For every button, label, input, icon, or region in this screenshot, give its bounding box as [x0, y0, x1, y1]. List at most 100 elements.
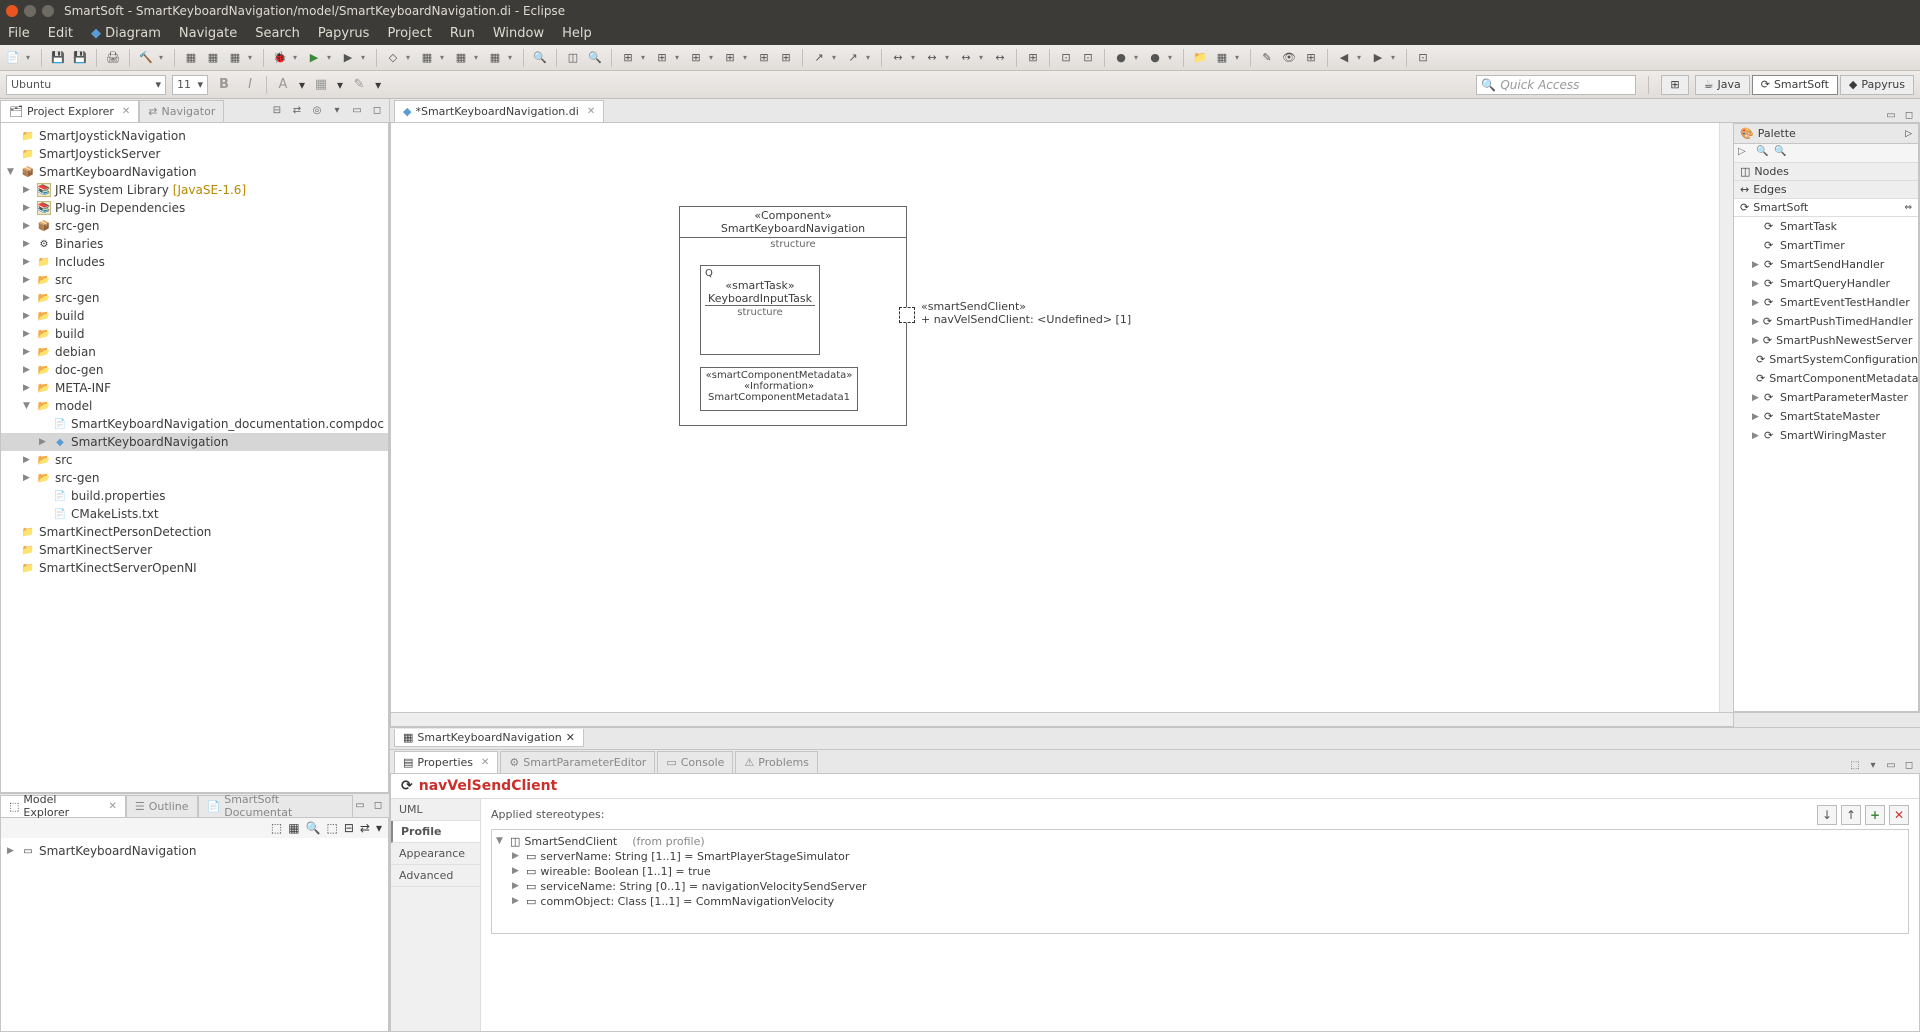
toolbar-button[interactable]: ⬚ [1848, 759, 1862, 773]
uml-port[interactable] [899, 307, 915, 323]
stereotype-tree[interactable]: ▼ ◫ SmartSendClient (from profile) ▶▭ser… [491, 829, 1909, 934]
palette-item[interactable]: ▶⟳SmartQueryHandler [1734, 274, 1918, 293]
menu-search[interactable]: Search [255, 26, 300, 41]
ext-tools-button[interactable]: ▶ [339, 49, 357, 67]
close-icon[interactable]: ✕ [566, 731, 575, 744]
console-tab[interactable]: ▭ Console [657, 751, 733, 773]
palette-item[interactable]: ▶⟳SmartPushTimedHandler [1734, 312, 1918, 331]
close-icon[interactable]: ✕ [108, 801, 116, 812]
window-minimize-button[interactable] [24, 5, 36, 17]
italic-button[interactable]: I [240, 75, 260, 95]
tree-row[interactable]: 📁SmartKinectServer [1, 541, 388, 559]
toolbar-button[interactable]: ▦ [1213, 49, 1231, 67]
print-button[interactable]: 🖨 [104, 49, 122, 67]
toolbar-button[interactable]: ↔ [991, 49, 1009, 67]
perspective-papyrus[interactable]: ◆Papyrus [1840, 75, 1914, 95]
props-tab-uml[interactable]: UML [391, 799, 480, 821]
maximize-button[interactable]: ◻ [1902, 759, 1916, 773]
debug-button[interactable]: 🐞 [271, 49, 289, 67]
toolbar-button[interactable]: ▦ [226, 49, 244, 67]
window-maximize-button[interactable] [42, 5, 54, 17]
palette-item[interactable]: ▶⟳SmartStateMaster [1734, 407, 1918, 426]
window-close-button[interactable] [6, 5, 18, 17]
toolbar-button[interactable]: ◫ [564, 49, 582, 67]
zoom-out-tool[interactable]: 🔍 [1774, 146, 1788, 160]
focus-button[interactable]: ◎ [309, 103, 325, 119]
toolbar-button[interactable]: ▦ [182, 49, 200, 67]
tbtn[interactable]: ⬚ [271, 821, 282, 835]
tree-row[interactable]: ▶📂build [1, 325, 388, 343]
select-tool[interactable]: ▷ [1738, 146, 1752, 160]
toolbar-button[interactable]: ✎ [1258, 49, 1276, 67]
toolbar-button[interactable]: ↗ [810, 49, 828, 67]
uml-component[interactable]: «Component» SmartKeyboardNavigation stru… [679, 206, 907, 426]
toolbar-button[interactable]: ● [1112, 49, 1130, 67]
tree-row[interactable]: ▶📂doc-gen [1, 361, 388, 379]
uml-task[interactable]: Q «smartTask» KeyboardInputTask structur… [700, 265, 820, 355]
tbtn[interactable]: ▦ [288, 821, 299, 835]
palette-item[interactable]: ▶⟳SmartPushNewestServer [1734, 331, 1918, 350]
new-class-button[interactable]: ◇ [384, 49, 402, 67]
new-button[interactable]: 📄 [4, 49, 22, 67]
tree-row[interactable]: ▶ ▭ SmartKeyboardNavigation [1, 842, 388, 860]
toolbar-button[interactable]: ↗ [844, 49, 862, 67]
toolbar-button[interactable]: ⊞ [755, 49, 773, 67]
minimize-button[interactable]: ▭ [1884, 108, 1898, 122]
palette-item[interactable]: ⟳SmartTimer [1734, 236, 1918, 255]
scrollbar-horizontal[interactable] [390, 713, 1734, 727]
scrollbar-vertical[interactable] [1719, 123, 1733, 712]
palette-section-edges[interactable]: ↔ Edges [1734, 181, 1918, 199]
stereotype-row[interactable]: ▼ ◫ SmartSendClient (from profile) [496, 834, 1904, 849]
line-color-button[interactable]: ✎ [349, 75, 369, 95]
toolbar-button[interactable]: ● [1146, 49, 1164, 67]
tree-row[interactable]: ▶📚JRE System Library [JavaSE-1.6] [1, 181, 388, 199]
toolbar-button[interactable]: ⊞ [1024, 49, 1042, 67]
delete-button[interactable]: ✕ [1889, 805, 1909, 825]
palette-item[interactable]: ▶⟳SmartWiringMaster [1734, 426, 1918, 445]
menu-help[interactable]: Help [562, 26, 592, 41]
tree-row[interactable]: 📁SmartKinectServerOpenNI [1, 559, 388, 577]
tree-row[interactable]: ▶⚙Binaries [1, 235, 388, 253]
toolbar-button[interactable]: ⊞ [1302, 49, 1320, 67]
toolbar-button[interactable]: ↔ [889, 49, 907, 67]
tree-row[interactable]: ▶📂src-gen [1, 289, 388, 307]
close-icon[interactable]: ✕ [587, 106, 595, 117]
smartparam-tab[interactable]: ⚙ SmartParameterEditor [500, 751, 655, 773]
project-explorer-tab[interactable]: 🗂 Project Explorer ✕ [0, 100, 139, 122]
tree-row[interactable]: 📄build.properties [1, 487, 388, 505]
tbtn[interactable]: ⇄ [360, 821, 370, 835]
link-editor-button[interactable]: ⇄ [289, 103, 305, 119]
collapse-all-button[interactable]: ⊟ [269, 103, 285, 119]
toolbar-button[interactable]: ▦ [486, 49, 504, 67]
view-menu-button[interactable]: ▾ [329, 103, 345, 119]
perspective-smartsoft[interactable]: ⟳SmartSoft [1752, 75, 1838, 95]
tree-row[interactable]: 📁SmartJoystickNavigation [1, 127, 388, 145]
port-label[interactable]: «smartSendClient» + navVelSendClient: <U… [921, 300, 1131, 326]
save-all-button[interactable]: 💾 [71, 49, 89, 67]
props-tab-profile[interactable]: Profile [391, 821, 480, 843]
menu-run[interactable]: Run [450, 26, 475, 41]
zoom-in-tool[interactable]: 🔍 [1756, 146, 1770, 160]
tree-row[interactable]: ▶📂META-INF [1, 379, 388, 397]
menu-file[interactable]: File [8, 26, 30, 41]
editor-tab[interactable]: ◆ *SmartKeyboardNavigation.di ✕ [394, 100, 604, 122]
diagram-canvas[interactable]: «Component» SmartKeyboardNavigation stru… [391, 123, 1719, 712]
toolbar-button[interactable]: ⊞ [777, 49, 795, 67]
font-size-combo[interactable]: 11▾ [172, 75, 208, 95]
tree-row[interactable]: ▶📁Includes [1, 253, 388, 271]
palette-item[interactable]: ⟳SmartSystemConfiguration [1734, 350, 1918, 369]
tree-row[interactable]: ▶📦src-gen [1, 217, 388, 235]
palette-item[interactable]: ▶⟳SmartSendHandler [1734, 255, 1918, 274]
save-button[interactable]: 💾 [49, 49, 67, 67]
menu-window[interactable]: Window [493, 26, 544, 41]
view-menu-button[interactable]: ▾ [376, 821, 382, 835]
tree-row[interactable]: 📄CMakeLists.txt [1, 505, 388, 523]
menu-project[interactable]: Project [387, 26, 431, 41]
toolbar-button[interactable]: ⊡ [1079, 49, 1097, 67]
palette-group-smartsoft[interactable]: ⟳ SmartSoft ⇔ [1734, 199, 1918, 217]
palette-item[interactable]: ⟳SmartTask [1734, 217, 1918, 236]
fill-color-button[interactable]: ▦ [311, 75, 331, 95]
tree-row[interactable]: ▶◆SmartKeyboardNavigation [1, 433, 388, 451]
font-combo[interactable]: Ubuntu▾ [6, 75, 166, 95]
maximize-button[interactable]: ◻ [1902, 108, 1916, 122]
